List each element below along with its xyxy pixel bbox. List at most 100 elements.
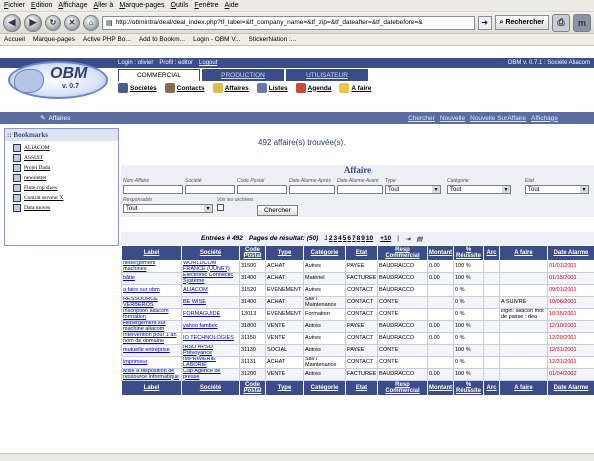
column-header-resp-commercial[interactable]: Resp Commercial	[377, 245, 428, 261]
bookmark-stickernation[interactable]: StickerNation :...	[249, 36, 297, 43]
cell-label[interactable]: mutuelle entreprise	[121, 344, 182, 357]
module-a-faire[interactable]: A faire	[339, 83, 371, 93]
page-link[interactable]: 5	[343, 235, 347, 242]
page-link[interactable]: 8	[357, 235, 361, 242]
menu-outils[interactable]: Outils	[171, 2, 189, 9]
column-header-a-faire[interactable]: A faire	[499, 245, 548, 261]
select-etat[interactable]: Tout	[525, 185, 589, 194]
tab-utilisateur[interactable]: UTILISATEUR	[286, 69, 368, 81]
column-header-date-alarme[interactable]: Date Alarme	[547, 245, 594, 261]
select-categorie[interactable]: Tout	[447, 185, 511, 194]
cell-societe[interactable]: IMPRIMERIE LABORIE	[181, 356, 240, 369]
next-10-link[interactable]: +10	[380, 235, 391, 242]
cell-societe[interactable]: yahoo fambec	[181, 320, 240, 333]
column-header-type[interactable]: Type	[265, 380, 304, 396]
bookmark-item[interactable]: ASSUIT	[13, 153, 118, 163]
menu-fenetre[interactable]: Fenêtre	[194, 2, 218, 9]
input-nom-affaire[interactable]	[123, 185, 183, 194]
reload-button[interactable]: ↻	[45, 14, 61, 31]
print-button[interactable]: ⎙	[552, 13, 570, 32]
page-link[interactable]: 7	[352, 235, 356, 242]
page-link[interactable]: 3	[334, 235, 338, 242]
cell-label[interactable]: hebergement machines	[121, 260, 182, 273]
link-affichage[interactable]: Affichage	[531, 115, 558, 122]
column-header-code-postal[interactable]: Code Postal	[239, 245, 266, 261]
bookmark-item[interactable]: newsletter	[13, 173, 118, 183]
column-header-etat[interactable]: Etat	[345, 380, 378, 396]
menu-fichier[interactable]: Fichier	[4, 2, 25, 9]
bookmark-item[interactable]: Contrat serveur X	[13, 193, 118, 203]
cell-label[interactable]: Hebergement sur machine aliacom	[121, 320, 182, 333]
tab-production[interactable]: PRODUCTION	[202, 69, 284, 81]
forward-button[interactable]: ▶	[24, 13, 42, 32]
column-header-a-faire[interactable]: A faire	[499, 380, 548, 396]
select-type[interactable]: Tout	[385, 185, 441, 194]
module-listes[interactable]: Listes	[256, 83, 288, 93]
table-row[interactable]: Hebergement sur machine aliacom yahoo fam…	[121, 320, 594, 333]
go-button[interactable]: ➜	[477, 15, 492, 30]
cell-label[interactable]: Intervention pour 1 an nom de domaine	[121, 332, 182, 345]
cell-label[interactable]: bâtie	[121, 272, 182, 285]
menu-marque-pages[interactable]: Marque-pages	[119, 2, 164, 9]
stop-button[interactable]: ✕	[64, 14, 80, 31]
column-header-reussite[interactable]: % Réussite	[453, 245, 484, 261]
cell-label[interactable]: Mise à disposition de ressource informat…	[121, 368, 182, 381]
column-header-montant[interactable]: Montant	[427, 380, 454, 396]
column-header-societe[interactable]: Société	[181, 380, 240, 396]
home-button[interactable]: ⌂	[83, 14, 99, 31]
input-code-postal[interactable]	[237, 185, 287, 194]
table-row[interactable]: RESSOURCE VERBEROS BE WISE 31400 ACHAT Sav /…	[121, 296, 594, 309]
column-header-arc[interactable]: Arc	[483, 380, 500, 396]
column-header-code-postal[interactable]: Code Postal	[239, 380, 266, 396]
module-societes[interactable]: Sociétés	[118, 83, 157, 93]
page-link[interactable]: 6	[347, 235, 351, 242]
table-row[interactable]: Mise à disposition de ressource informat…	[121, 368, 594, 381]
bookmark-item[interactable]: ALIACOM	[13, 143, 118, 153]
menu-aide[interactable]: Aide	[225, 2, 239, 9]
cell-societe[interactable]: BE WISE	[181, 296, 240, 309]
cell-label[interactable]: Inscription aliacom formation	[121, 308, 182, 321]
cell-societe[interactable]: IO TECHNOLOGIES	[181, 332, 240, 345]
cell-label[interactable]: a faire sur obm	[121, 284, 182, 297]
module-contacts[interactable]: Contacts	[164, 83, 205, 93]
bookmark-active-php[interactable]: Active PHP Bo...	[83, 36, 131, 43]
module-affaires[interactable]: Affaires	[212, 83, 249, 93]
menu-aller[interactable]: Aller à	[93, 2, 113, 9]
module-agenda[interactable]: Agenda	[295, 83, 331, 93]
column-header-resp-commercial[interactable]: Resp Commercial	[377, 380, 428, 396]
cell-societe[interactable]: Cap Agence de presse	[181, 368, 240, 381]
page-link[interactable]: 2	[329, 235, 333, 242]
search-button[interactable]: ⌕ Rechercher	[494, 15, 549, 30]
cell-label[interactable]: imprimeur	[121, 356, 182, 369]
column-header-montant[interactable]: Montant	[427, 245, 454, 261]
column-header-reussite[interactable]: % Réussite	[453, 380, 484, 396]
print-list-icon[interactable]: ▤	[416, 235, 422, 243]
link-chercher[interactable]: Chercher	[408, 115, 435, 122]
table-row[interactable]: hebergement machines WORLDCOM FRANCE (UUN…	[121, 260, 594, 273]
cell-societe[interactable]: Electronic Connectic Système	[181, 272, 240, 285]
input-societe[interactable]	[185, 185, 235, 194]
table-row[interactable]: bâtie Electronic Connectic Système 31400 AC…	[121, 272, 594, 285]
column-header-date-alarme[interactable]: Date Alarme	[547, 380, 594, 396]
column-header-type[interactable]: Type	[265, 245, 304, 261]
column-header-label[interactable]: Label	[121, 380, 182, 396]
bookmark-marque-pages[interactable]: Marque-pages	[33, 36, 75, 43]
bookmark-item[interactable]: Flute cop show	[13, 183, 118, 193]
cell-societe[interactable]: FORMAGUIDE	[181, 308, 240, 321]
column-header-categorie[interactable]: Catégorie	[303, 245, 346, 261]
link-nouvelle-suraffaire[interactable]: Nouvelle SurAffaire	[470, 115, 526, 122]
column-header-etat[interactable]: Etat	[345, 245, 378, 261]
bookmark-add-to-bookm[interactable]: Add to Bookm...	[139, 36, 185, 43]
column-header-categorie[interactable]: Catégorie	[303, 380, 346, 396]
cell-label[interactable]: RESSOURCE VERBEROS	[121, 296, 182, 309]
column-header-label[interactable]: Label	[121, 245, 182, 261]
back-button[interactable]: ◀	[3, 13, 21, 32]
page-link[interactable]: 9	[361, 235, 365, 242]
checkbox-archives[interactable]	[217, 204, 224, 211]
table-row[interactable]: Intervention pour 1 an nom de domaine IO …	[121, 332, 594, 345]
table-row[interactable]: imprimeur IMPRIMERIE LABORIE 31131 ACHAT Sav…	[121, 356, 594, 369]
bookmark-item[interactable]: Data moves	[13, 203, 118, 213]
chercher-button[interactable]: Chercher	[257, 205, 298, 216]
logout-link[interactable]: Logout	[199, 60, 217, 66]
column-header-arc[interactable]: Arc	[483, 245, 500, 261]
